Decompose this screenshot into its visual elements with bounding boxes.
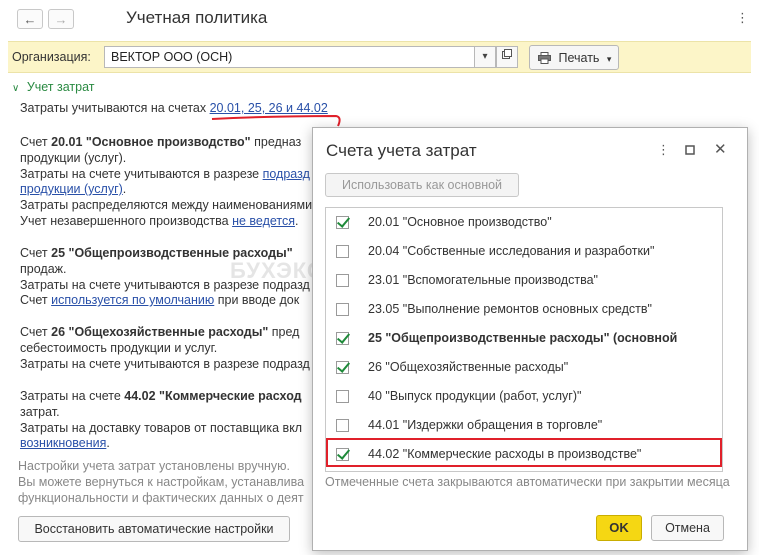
account-row-label: 44.01 "Издержки обращения в торговле" — [368, 418, 603, 432]
origin-link[interactable]: возникновения — [20, 436, 106, 450]
account-prefix: Счет — [20, 246, 52, 260]
account-26-name: 26 "Общехозяйственные расходы" — [51, 325, 269, 339]
organization-dropdown-button[interactable]: ▾ — [474, 46, 496, 68]
account-20-01-line2: продукции (услуг). — [20, 151, 127, 165]
account-25-line4: Счет используется по умолчанию при вводе… — [20, 293, 299, 307]
account-row-label: 23.05 "Выполнение ремонтов основных сред… — [368, 302, 652, 316]
organization-field[interactable]: ВЕКТОР ООО (ОСН) — [104, 46, 476, 68]
restore-info-line2: функциональности и фактических данных о … — [18, 491, 304, 505]
cancel-button[interactable]: Отмена — [651, 515, 724, 541]
account-44-02-line3: Затраты на доставку товаров от поставщик… — [20, 421, 303, 435]
dialog-note: Отмеченные счета закрываются автоматичес… — [325, 475, 730, 489]
period: . — [122, 182, 127, 196]
account-20-01-line5: Затраты распределяются между наименовани… — [20, 198, 313, 212]
period: . — [295, 214, 299, 228]
checkbox[interactable] — [336, 390, 349, 403]
close-icon[interactable]: ✕ — [714, 140, 727, 158]
cost-accounts-text: Затраты учитываются на счетах — [20, 101, 210, 115]
account-25-line2: продаж. — [20, 262, 67, 276]
use-as-main-button[interactable]: Использовать как основной — [325, 173, 519, 197]
forward-button[interactable]: → — [48, 9, 74, 29]
checkbox-checked[interactable] — [336, 332, 349, 345]
chevron-down-icon: ▾ — [606, 54, 612, 64]
account-row[interactable]: 23.01 "Вспомогательные производства" — [326, 266, 722, 295]
account-prefix: Счет — [20, 135, 52, 149]
account-26-line2: себестоимость продукции и услуг. — [20, 341, 218, 355]
organization-label: Организация: — [12, 50, 91, 64]
manual-settings-info: Настройки учета затрат установлены вручн… — [18, 459, 290, 473]
account-prefix: Счет — [20, 293, 52, 307]
arrow-left-icon: ← — [23, 12, 37, 27]
more-icon[interactable]: ⋮ — [736, 10, 749, 26]
account-44-02-line4: возникновения. — [20, 436, 110, 450]
more-icon[interactable]: ⋮ — [657, 142, 670, 158]
organization-open-button[interactable] — [496, 46, 518, 68]
restore-info-line1: Вы можете вернуться к настройкам, устана… — [18, 475, 305, 489]
account-row-label: 20.01 "Основное производство" — [368, 215, 552, 229]
checkbox-checked[interactable] — [336, 216, 349, 229]
account-26-line3: Затраты на счете учитываются в разрезе п… — [20, 357, 310, 371]
account-row-label: 20.04 "Собственные исследования и разраб… — [368, 244, 655, 258]
account-26-rest: пред — [268, 325, 300, 339]
section-title: Учет затрат — [26, 80, 95, 94]
account-20-01-line3: Затраты на счете учитываются в разрезе п… — [20, 167, 310, 181]
account-row[interactable]: 44.01 "Издержки обращения в торговле" — [326, 411, 722, 440]
dropdown-arrow-icon: ▾ — [482, 51, 488, 62]
account-20-01-line: Счет 20.01 "Основное производство" предн… — [20, 135, 301, 149]
account-row[interactable]: 23.05 "Выполнение ремонтов основных сред… — [326, 295, 722, 324]
organization-bar: Организация: ВЕКТОР ООО (ОСН) ▾ Печать ▾ — [8, 41, 751, 73]
account-row-label: 23.01 "Вспомогательные производства" — [368, 273, 598, 287]
accounts-list: 20.01 "Основное производство" 20.04 "Собс… — [325, 207, 723, 472]
account-20-01-rest: предназ — [250, 135, 302, 149]
account-row[interactable]: 40 "Выпуск продукции (работ, услуг)" — [326, 382, 722, 411]
products-link[interactable]: продукции (услуг) — [20, 182, 123, 196]
default-usage-link[interactable]: используется по умолчанию — [51, 293, 214, 307]
wip-link[interactable]: не ведется — [232, 214, 295, 228]
checkbox[interactable] — [336, 419, 349, 432]
account-row[interactable]: 20.01 "Основное производство" — [326, 208, 722, 237]
analytics-link[interactable]: подразд — [263, 167, 310, 181]
account-row[interactable]: 20.04 "Собственные исследования и разраб… — [326, 237, 722, 266]
restore-auto-settings-button[interactable]: Восстановить автоматические настройки — [18, 516, 290, 542]
account-row[interactable]: 26 "Общехозяйственные расходы" — [326, 353, 722, 382]
account-row[interactable]: 25 "Общепроизводственные расходы" (основ… — [326, 324, 722, 353]
print-button[interactable]: Печать ▾ — [529, 45, 619, 70]
period: . — [106, 436, 110, 450]
account-row-label: 25 "Общепроизводственные расходы" (основ… — [368, 331, 678, 345]
checkbox[interactable] — [336, 303, 349, 316]
dialog-title: Счета учета затрат — [326, 141, 477, 160]
wip-line: Учет незавершенного производства не веде… — [20, 214, 299, 228]
back-button[interactable]: ← — [17, 9, 43, 29]
account-44-02-name: 44.02 "Коммерческие расход — [124, 389, 302, 403]
account-44-02-line: Затраты на счете 44.02 "Коммерческие рас… — [20, 389, 302, 403]
account-row-label: 40 "Выпуск продукции (работ, услуг)" — [368, 389, 582, 403]
checkbox[interactable] — [336, 245, 349, 258]
maximize-icon[interactable] — [685, 143, 695, 158]
open-form-icon — [502, 49, 512, 59]
account-44-02-text: Затраты на счете — [20, 389, 125, 403]
wip-text: Учет незавершенного производства — [20, 214, 233, 228]
account-20-01-line4: продукции (услуг). — [20, 182, 126, 196]
account-20-01-analytics-text: Затраты на счете учитываются в разрезе — [20, 167, 263, 181]
ok-button[interactable]: OK — [596, 515, 642, 541]
default-usage-tail: при вводе док — [214, 293, 300, 307]
checkbox-checked[interactable] — [336, 361, 349, 374]
account-prefix: Счет — [20, 325, 52, 339]
arrow-right-icon: → — [54, 12, 68, 27]
red-annotation-stroke — [211, 114, 341, 127]
checkbox[interactable] — [336, 274, 349, 287]
account-44-02-line2: затрат. — [20, 405, 60, 419]
cost-accounts-dialog: Счета учета затрат ⋮ ✕ Использовать как … — [312, 127, 748, 551]
section-cost-accounting-toggle[interactable]: ∨ Учет затрат — [12, 80, 95, 94]
page-title: Учетная политика — [126, 8, 268, 27]
highlight-frame — [326, 438, 722, 467]
account-26-line: Счет 26 "Общехозяйственные расходы" пред — [20, 325, 299, 339]
chevron-down-icon: ∨ — [12, 83, 20, 94]
account-row-label: 26 "Общехозяйственные расходы" — [368, 360, 569, 374]
print-label: Печать — [558, 51, 600, 65]
printer-icon — [538, 52, 551, 64]
account-20-01-name: 20.01 "Основное производство" — [51, 135, 251, 149]
